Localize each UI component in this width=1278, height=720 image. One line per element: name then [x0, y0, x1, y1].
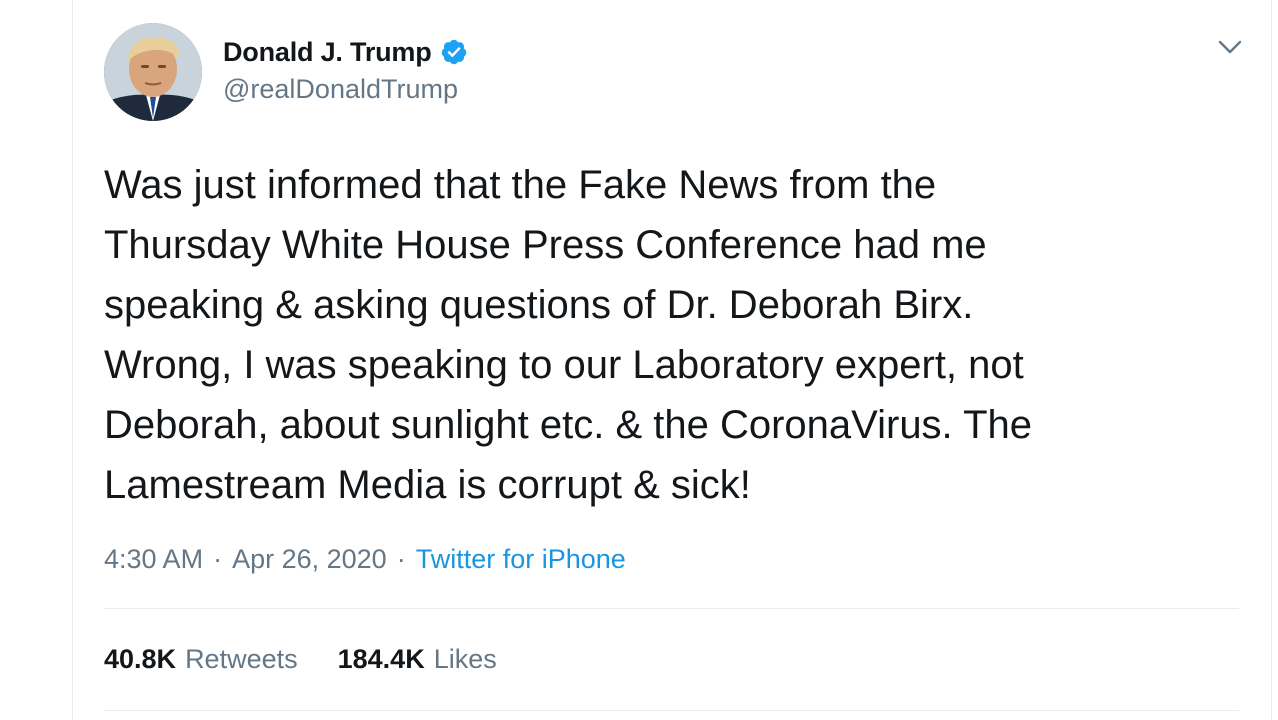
tweet-stats: 40.8K Retweets 184.4K Likes: [104, 644, 537, 675]
tweet-text: Was just informed that the Fake News fro…: [104, 163, 1032, 507]
chevron-down-icon[interactable]: [1217, 36, 1243, 58]
retweets-label: Retweets: [185, 644, 298, 674]
tweet-source-link[interactable]: Twitter for iPhone: [416, 544, 626, 575]
tweet-time[interactable]: 4:30 AM: [104, 544, 203, 575]
divider: [104, 710, 1239, 711]
retweets-stat[interactable]: 40.8K Retweets: [104, 644, 298, 675]
retweets-count: 40.8K: [104, 644, 177, 674]
divider: [104, 608, 1239, 609]
tweet-meta: 4:30 AM · Apr 26, 2020 · Twitter for iPh…: [104, 544, 626, 575]
likes-stat[interactable]: 184.4K Likes: [338, 644, 497, 675]
likes-count: 184.4K: [337, 644, 425, 674]
meta-separator: ·: [396, 544, 406, 574]
avatar[interactable]: [104, 23, 202, 121]
author-display-name[interactable]: Donald J. Trump: [223, 37, 432, 68]
likes-label: Likes: [433, 644, 497, 674]
verified-badge-icon: [441, 39, 466, 65]
tweet-card: Donald J. Trump @realDonaldTrump Was jus…: [72, 0, 1272, 720]
avatar-image: [104, 23, 202, 121]
page: Donald J. Trump @realDonaldTrump Was jus…: [0, 0, 1278, 720]
author-name-row: Donald J. Trump: [223, 34, 468, 70]
meta-separator: ·: [213, 544, 223, 574]
author-handle[interactable]: @realDonaldTrump: [223, 74, 458, 105]
tweet-date[interactable]: Apr 26, 2020: [232, 544, 387, 575]
